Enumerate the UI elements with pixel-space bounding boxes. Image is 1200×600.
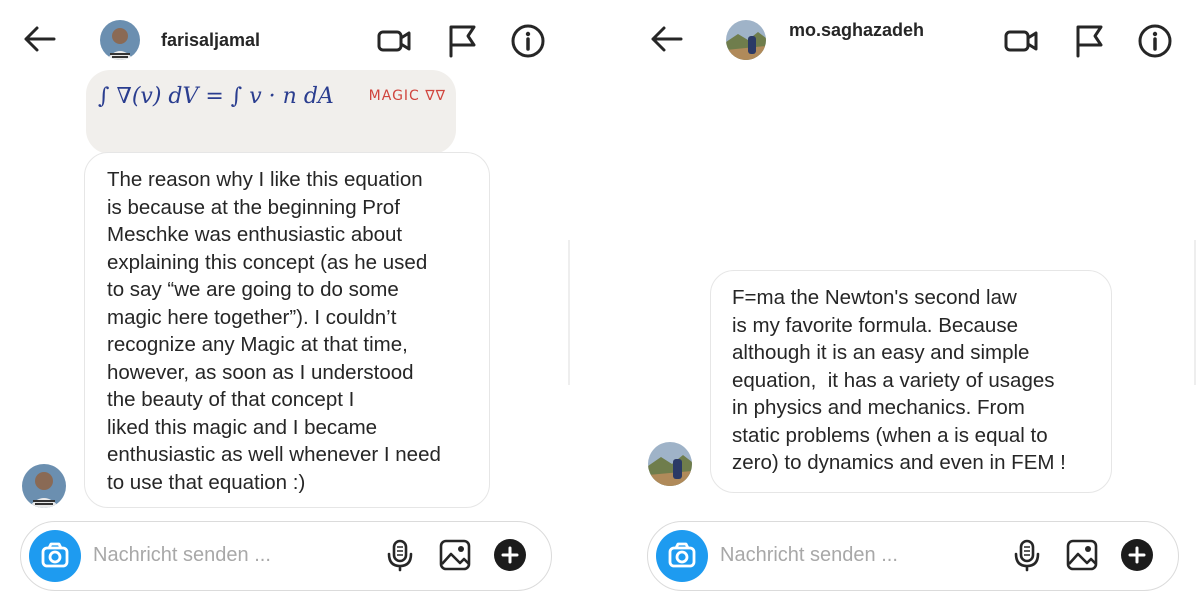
chat-panel-left: farisaljamal ∫ ∇(v) dV = ∫ v · n dA MAGI… — [0, 0, 600, 600]
message-line: to say “we are going to do some — [107, 278, 399, 301]
message-line: The reason why I like this equation — [107, 168, 423, 191]
flag-icon[interactable] — [444, 23, 480, 59]
image-icon[interactable] — [438, 538, 472, 572]
message-line: the beauty of that concept I — [107, 388, 355, 411]
plus-circle-icon[interactable] — [1120, 538, 1154, 572]
message-line: F=ma the Newton's second law — [732, 286, 1017, 309]
message-line: however, as soon as I understood — [107, 360, 414, 384]
message-line: is because at the beginning Prof — [107, 195, 400, 219]
message-composer: Nachricht senden ... — [20, 521, 552, 591]
chat-username[interactable]: farisaljamal — [161, 30, 260, 51]
message-line: magic here together”). I couldn’t — [107, 305, 397, 329]
camera-button[interactable] — [656, 530, 708, 582]
avatar[interactable] — [100, 20, 140, 60]
video-camera-icon[interactable] — [1003, 23, 1039, 59]
equation-annotation: MAGIC ∇∇ — [368, 88, 446, 104]
message-line: zero) to dynamics and even in FEM ! — [732, 451, 1066, 474]
message-line: to use that equation :) — [107, 470, 306, 494]
message-input[interactable]: Nachricht senden ... — [720, 544, 898, 567]
divider — [568, 240, 570, 385]
back-arrow-icon[interactable] — [649, 24, 683, 54]
sender-avatar[interactable] — [22, 464, 66, 508]
plus-circle-icon[interactable] — [493, 538, 527, 572]
message-line: static problems (when a is equal to — [732, 423, 1048, 447]
message-line: explaining this concept (as he used — [107, 250, 428, 274]
sender-avatar[interactable] — [648, 442, 692, 486]
avatar[interactable] — [726, 20, 766, 60]
video-camera-icon[interactable] — [376, 23, 412, 59]
info-icon[interactable] — [1137, 23, 1173, 59]
message-bubble: The reason why I like this equation is b… — [84, 152, 490, 508]
chat-panel-right: mo.saghazadeh F=ma the Newton's second l… — [627, 0, 1200, 600]
equation-photo[interactable]: ∫ ∇(v) dV = ∫ v · n dA MAGIC ∇∇ — [86, 70, 456, 154]
chat-username[interactable]: mo.saghazadeh — [789, 20, 924, 41]
message-line: equation, it has a variety of usages — [732, 368, 1055, 392]
camera-icon — [41, 542, 69, 568]
microphone-icon[interactable] — [1010, 538, 1044, 572]
message-line: Meschke was enthusiastic about — [107, 223, 403, 246]
image-icon[interactable] — [1065, 538, 1099, 572]
message-bubble: F=ma the Newton's second law is my favor… — [710, 270, 1112, 493]
camera-button[interactable] — [29, 530, 81, 582]
message-line: in physics and mechanics. From — [732, 396, 1025, 419]
equation-text: ∫ ∇(v) dV = ∫ v · n dA — [98, 84, 334, 109]
back-arrow-icon[interactable] — [22, 24, 56, 54]
message-line: liked this magic and I became — [107, 415, 378, 439]
camera-icon — [668, 542, 696, 568]
message-composer: Nachricht senden ... — [647, 521, 1179, 591]
message-line: although it is an easy and simple — [732, 341, 1030, 364]
message-line: enthusiastic as well whenever I need — [107, 443, 441, 466]
message-line: is my favorite formula. Because — [732, 313, 1018, 337]
info-icon[interactable] — [510, 23, 546, 59]
message-line: recognize any Magic at that time, — [107, 333, 408, 356]
microphone-icon[interactable] — [383, 538, 417, 572]
flag-icon[interactable] — [1071, 23, 1107, 59]
message-input[interactable]: Nachricht senden ... — [93, 544, 271, 567]
